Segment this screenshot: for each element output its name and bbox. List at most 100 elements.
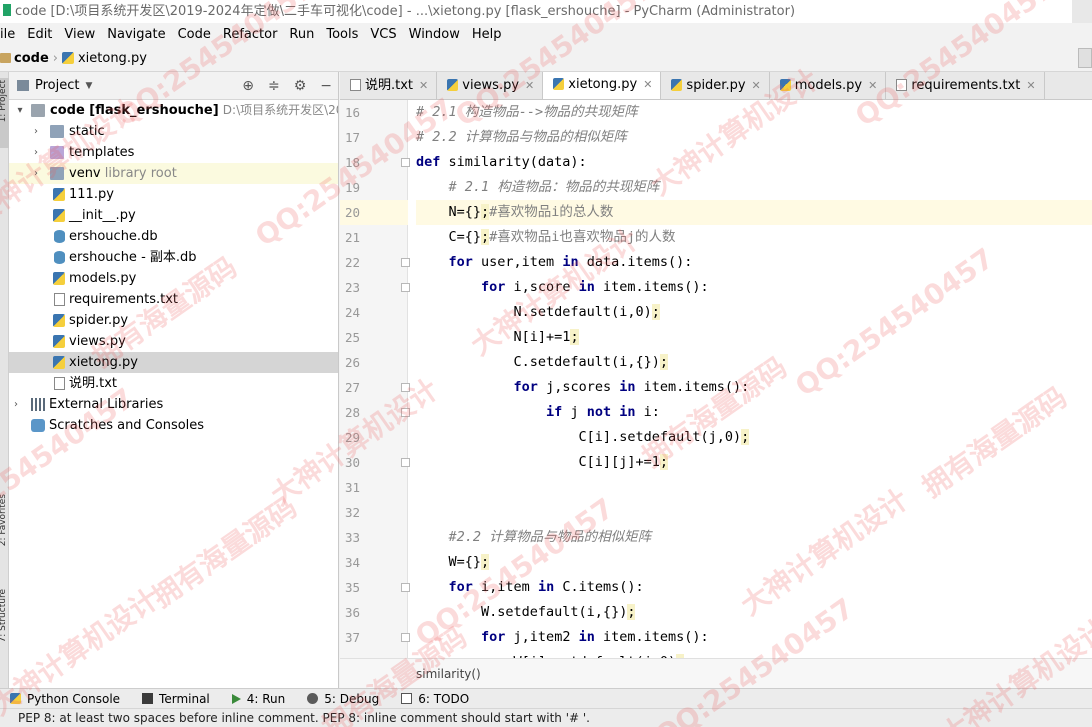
expand-arrow-icon[interactable]: ▾ <box>15 100 25 121</box>
code-line[interactable]: for j,scores in item.items(): <box>416 375 1092 400</box>
line-number[interactable]: 36 <box>340 600 360 625</box>
fold-marker-icon[interactable] <box>401 158 410 167</box>
line-number[interactable]: 24 <box>340 300 360 325</box>
tree-item-init-py[interactable]: __init__.py <box>9 205 338 226</box>
line-number[interactable]: 28 <box>340 400 360 425</box>
menu-tools[interactable]: Tools <box>320 27 364 42</box>
line-number[interactable]: 33 <box>340 525 360 550</box>
tree-item-scratches[interactable]: Scratches and Consoles <box>9 415 338 436</box>
tree-item-ershouche-db[interactable]: ershouche.db <box>9 226 338 247</box>
gear-icon[interactable]: ⚙ <box>294 78 307 94</box>
tree-item-requirements-txt[interactable]: requirements.txt <box>9 289 338 310</box>
code-line[interactable] <box>416 500 1092 525</box>
terminal-button[interactable]: Terminal <box>132 692 222 706</box>
tree-item-111-py[interactable]: 111.py <box>9 184 338 205</box>
tree-item-templates[interactable]: › templates <box>9 142 338 163</box>
code-line[interactable]: C.setdefault(i,{}); <box>416 350 1092 375</box>
window-controls[interactable] <box>1072 0 1092 23</box>
fold-marker-icon[interactable] <box>401 283 410 292</box>
tree-item-external-libraries[interactable]: › External Libraries <box>9 394 338 415</box>
line-number[interactable]: 26 <box>340 350 360 375</box>
function-breadcrumb[interactable]: similarity() <box>340 658 1092 688</box>
project-tool-tab[interactable]: 1: Project <box>0 78 9 148</box>
code-line[interactable]: for user,item in data.items(): <box>416 250 1092 275</box>
tree-item-readme-txt[interactable]: 说明.txt <box>9 373 338 394</box>
code-line[interactable]: # 2.1 构造物品-->物品的共现矩阵 <box>416 100 1092 125</box>
code-line[interactable]: for j,item2 in item.items(): <box>416 625 1092 650</box>
navbar-action-button[interactable] <box>1078 48 1092 68</box>
tab-requirements-txt[interactable]: requirements.txt ✕ <box>886 72 1045 99</box>
line-number[interactable]: 16 <box>340 100 360 125</box>
menu-refactor[interactable]: Refactor <box>217 27 284 42</box>
tab-spider-py[interactable]: spider.py ✕ <box>661 72 770 99</box>
fold-marker-icon[interactable] <box>401 458 410 467</box>
close-icon[interactable]: ✕ <box>1026 79 1035 92</box>
code-line[interactable]: #2.2 计算物品与物品的相似矩阵 <box>416 525 1092 550</box>
line-number[interactable]: 34 <box>340 550 360 575</box>
code-line[interactable]: def similarity(data): <box>416 150 1092 175</box>
fold-marker-icon[interactable] <box>401 383 410 392</box>
line-number[interactable]: 19 <box>340 175 360 200</box>
locate-file-icon[interactable]: ⊕ <box>242 78 254 94</box>
menu-vcs[interactable]: VCS <box>364 27 402 42</box>
fold-marker-icon[interactable] <box>401 583 410 592</box>
breadcrumb-file[interactable]: xietong.py <box>61 51 147 66</box>
line-number-gutter[interactable]: 16 17 18 19 20 21 22 23 24 25 26 27 28 29 30 31 32 33 34 35… <box>340 100 410 658</box>
code-line[interactable]: N.setdefault(i,0); <box>416 300 1092 325</box>
menu-edit[interactable]: Edit <box>21 27 58 42</box>
fold-marker-icon[interactable] <box>401 633 410 642</box>
line-number[interactable]: 25 <box>340 325 360 350</box>
tab-views-py[interactable]: views.py ✕ <box>437 72 544 99</box>
line-number[interactable]: 31 <box>340 475 360 500</box>
code-line[interactable]: if j not in i: <box>416 400 1092 425</box>
fold-marker-icon[interactable] <box>401 408 410 417</box>
tab-models-py[interactable]: models.py ✕ <box>769 72 887 99</box>
tab-xietong-py[interactable]: xietong.py ✕ <box>543 72 662 99</box>
project-panel-title[interactable]: Project <box>35 78 79 93</box>
menu-window[interactable]: Window <box>403 27 466 42</box>
code-line[interactable]: N={};#喜欢物品i的总人数 <box>416 200 1092 225</box>
menu-help[interactable]: Help <box>466 27 508 42</box>
code-line[interactable]: C[i][j]+=1; <box>416 450 1092 475</box>
code-line[interactable]: N[i]+=1; <box>416 325 1092 350</box>
code-line[interactable]: for i,item in C.items(): <box>416 575 1092 600</box>
code-line[interactable]: W.setdefault(i,{}); <box>416 600 1092 625</box>
line-number[interactable]: 29 <box>340 425 360 450</box>
line-number[interactable]: 23 <box>340 275 360 300</box>
code-line[interactable]: C={};#喜欢物品i也喜欢物品j的人数 <box>416 225 1092 250</box>
line-number[interactable]: 27 <box>340 375 360 400</box>
menu-run[interactable]: Run <box>283 27 320 42</box>
close-icon[interactable]: ✕ <box>752 79 761 92</box>
code-line[interactable]: W={}; <box>416 550 1092 575</box>
favorites-tool-tab[interactable]: 2: Favorites <box>0 492 9 572</box>
code-editor[interactable]: 16 17 18 19 20 21 22 23 24 25 26 27 28 29 30 31 32 33 34 35… <box>340 100 1092 658</box>
line-number[interactable]: 30 <box>340 450 360 475</box>
code-line[interactable]: for i,score in item.items(): <box>416 275 1092 300</box>
expand-arrow-icon[interactable]: › <box>31 163 41 184</box>
close-icon[interactable]: ✕ <box>419 79 428 92</box>
menu-navigate[interactable]: Navigate <box>101 27 171 42</box>
tree-item-venv[interactable]: › venv library root <box>9 163 338 184</box>
tree-item-xietong-py[interactable]: xietong.py <box>9 352 338 373</box>
line-number[interactable]: 38 <box>340 650 360 658</box>
code-line[interactable]: # 2.2 计算物品与物品的相似矩阵 <box>416 125 1092 150</box>
line-number[interactable]: 21 <box>340 225 360 250</box>
menu-code[interactable]: Code <box>172 27 217 42</box>
line-number[interactable]: 32 <box>340 500 360 525</box>
code-line[interactable]: W[i].setdefault(j,0); <box>416 650 1092 658</box>
tree-item-static[interactable]: › static <box>9 121 338 142</box>
expand-arrow-icon[interactable]: › <box>11 394 21 415</box>
python-console-button[interactable]: Python Console <box>0 692 132 706</box>
tree-root[interactable]: ▾ code [flask_ershouche] D:\项目系统开发区\2019… <box>9 100 338 121</box>
close-icon[interactable]: ✕ <box>868 79 877 92</box>
line-number[interactable]: 18 <box>340 150 360 175</box>
expand-arrow-icon[interactable]: › <box>31 121 41 142</box>
breadcrumb-root[interactable]: code <box>0 51 49 66</box>
structure-tool-tab[interactable]: 7: Structure <box>0 587 9 677</box>
tree-item-views-py[interactable]: views.py <box>9 331 338 352</box>
line-number[interactable]: 37 <box>340 625 360 650</box>
code-line[interactable]: C[i].setdefault(j,0); <box>416 425 1092 450</box>
run-button[interactable]: 4: Run <box>222 692 298 706</box>
fold-marker-icon[interactable] <box>401 258 410 267</box>
line-number[interactable]: 22 <box>340 250 360 275</box>
